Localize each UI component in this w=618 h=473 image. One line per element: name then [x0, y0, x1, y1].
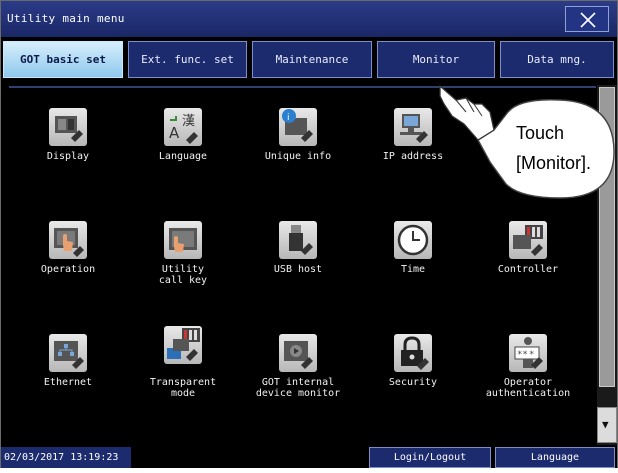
menu-item-ethernet[interactable]: Ethernet — [9, 334, 127, 414]
menu-item-label: Unique info — [264, 151, 332, 162]
menu-item-label: Transparent mode — [149, 377, 217, 399]
menu-item-utility-call-key[interactable]: Utility call key — [124, 221, 242, 301]
menu-item-label: GOT internal device monitor — [255, 377, 341, 399]
language-button[interactable]: Language — [495, 447, 615, 468]
device-monitor-icon — [279, 334, 317, 372]
ip-address-icon — [394, 108, 432, 146]
menu-item-label: Time — [400, 264, 426, 275]
menu-grid: Display A 漢 Language i Unique info IP ad… — [9, 86, 596, 445]
display-icon — [49, 108, 87, 146]
menu-item-label: IP — [499, 151, 513, 162]
status-bar: 02/03/2017 13:19:23 Login/Logout Languag… — [1, 447, 617, 468]
operation-icon — [49, 221, 87, 259]
tab-maintenance[interactable]: Maintenance — [252, 41, 372, 78]
svg-text:漢: 漢 — [182, 114, 195, 129]
menu-item-label: Operator authentication — [485, 377, 571, 399]
svg-text:i: i — [287, 113, 290, 123]
scrollbar[interactable]: ▼ — [597, 85, 617, 445]
menu-item-security[interactable]: Security — [354, 334, 472, 414]
menu-item-time[interactable]: Time — [354, 221, 472, 301]
datetime-display: 02/03/2017 13:19:23 — [1, 447, 131, 468]
menu-item-label: Utility call key — [158, 264, 208, 286]
title-bar: Utility main menu — [1, 1, 617, 37]
lock-icon — [394, 334, 432, 372]
language-icon: A 漢 — [164, 108, 202, 146]
window-title: Utility main menu — [7, 12, 125, 25]
menu-item-operator-authentication[interactable]: ** * Operator authentication — [469, 334, 587, 414]
menu-item-label: USB host — [273, 264, 323, 275]
menu-item-usb-host[interactable]: USB host — [239, 221, 357, 301]
unique-info-icon: i — [279, 108, 317, 146]
arrow-down-icon: ▼ — [602, 418, 609, 431]
close-button[interactable] — [565, 6, 609, 32]
menu-item-label: Controller — [497, 264, 559, 275]
tab-bar: GOT basic set Ext. func. set Maintenance… — [1, 41, 617, 78]
menu-item-label: Language — [158, 151, 208, 162]
svg-text:*: * — [529, 350, 534, 360]
menu-item-label: Security — [388, 377, 438, 388]
menu-item-ip-address[interactable]: IP address — [354, 108, 472, 178]
menu-item-unique-info[interactable]: i Unique info — [239, 108, 357, 178]
svg-text:**: ** — [517, 350, 528, 360]
tab-monitor[interactable]: Monitor — [377, 41, 495, 78]
tab-ext-func-set[interactable]: Ext. func. set — [128, 41, 247, 78]
utility-call-key-icon — [164, 221, 202, 259]
login-logout-button[interactable]: Login/Logout — [369, 447, 491, 468]
menu-item-label: Ethernet — [43, 377, 93, 388]
controller-icon — [509, 221, 547, 259]
ethernet-icon — [49, 334, 87, 372]
menu-item-ip-filter[interactable]: IP — [469, 108, 587, 178]
tab-got-basic-set[interactable]: GOT basic set — [3, 41, 123, 78]
menu-item-got-internal-device-monitor[interactable]: GOT internal device monitor — [239, 334, 357, 414]
menu-item-controller[interactable]: Controller — [469, 221, 587, 301]
scroll-down-button[interactable]: ▼ — [597, 407, 617, 443]
menu-item-display[interactable]: Display — [9, 108, 127, 178]
menu-item-operation[interactable]: Operation — [9, 221, 127, 301]
scroll-thumb[interactable] — [599, 87, 615, 387]
operator-authentication-icon: ** * — [509, 334, 547, 372]
utility-screen: Utility main menu GOT basic set Ext. fun… — [0, 0, 618, 468]
svg-text:A: A — [169, 124, 180, 142]
tab-data-mng[interactable]: Data mng. — [500, 41, 614, 78]
close-icon — [580, 12, 596, 28]
menu-item-label: Operation — [40, 264, 96, 275]
menu-item-label: Display — [46, 151, 90, 162]
clock-icon — [394, 221, 432, 259]
usb-host-icon — [279, 221, 317, 259]
menu-item-transparent-mode[interactable]: Transparent mode — [124, 326, 242, 414]
menu-item-language[interactable]: A 漢 Language — [124, 108, 242, 178]
transparent-mode-icon — [164, 326, 202, 364]
